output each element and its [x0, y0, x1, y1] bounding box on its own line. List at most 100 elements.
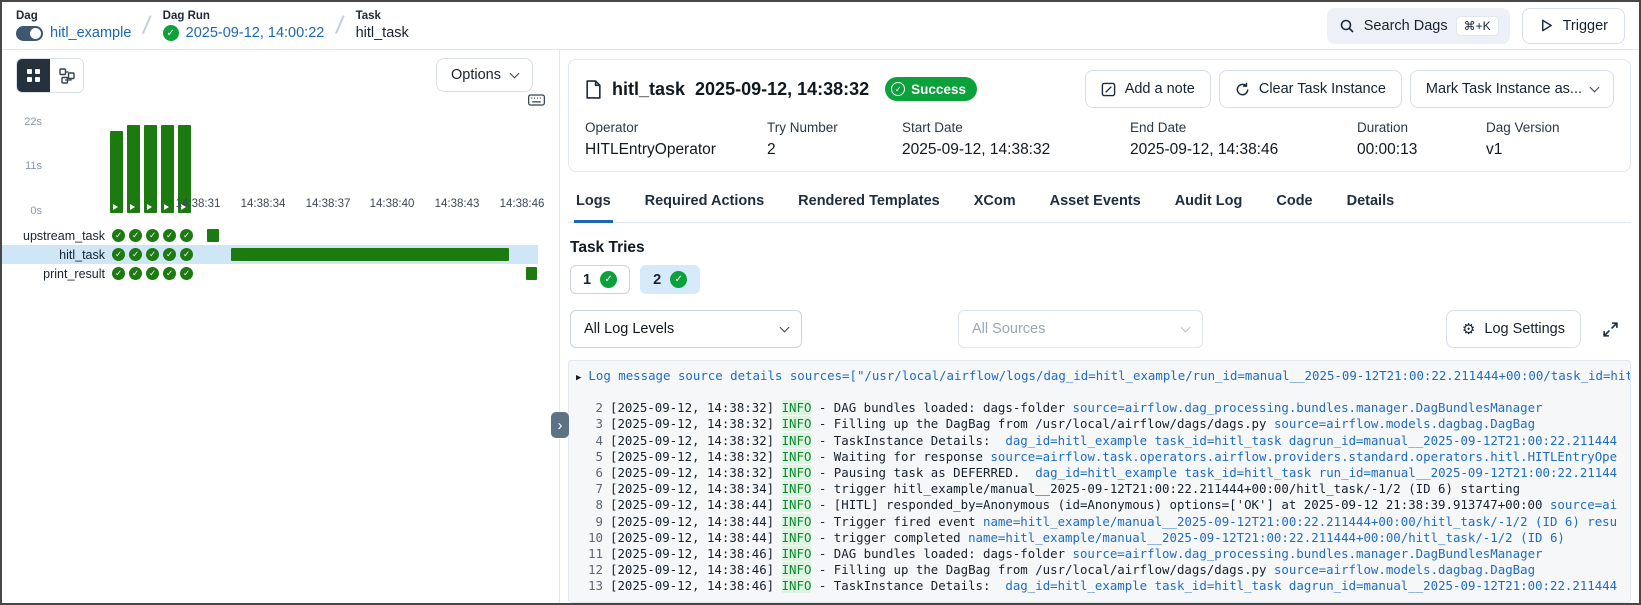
- log-text: [1311, 465, 1318, 480]
- tab-xcom[interactable]: XCom: [972, 184, 1018, 223]
- clear-task-instance-button[interactable]: Clear Task Instance: [1219, 70, 1402, 108]
- meta-label: Start Date: [902, 120, 1130, 135]
- success-check-icon[interactable]: ✓: [129, 229, 142, 242]
- tab-required-actions[interactable]: Required Actions: [643, 184, 767, 223]
- options-button[interactable]: Options: [436, 58, 533, 92]
- gantt-area: [198, 264, 538, 283]
- log-link[interactable]: source=airflow.models.dagbag.DagBag: [1274, 416, 1535, 431]
- tab-details[interactable]: Details: [1345, 184, 1397, 223]
- success-check-icon[interactable]: ✓: [112, 267, 125, 280]
- log-level-select[interactable]: All Log Levels: [570, 310, 802, 348]
- tab-audit-log[interactable]: Audit Log: [1173, 184, 1245, 223]
- try-1-button[interactable]: 1✓: [570, 265, 630, 294]
- log-link[interactable]: source=ai: [1550, 497, 1617, 512]
- log-level: INFO: [782, 416, 812, 431]
- task-row-upstream_task[interactable]: upstream_task✓✓✓✓✓: [2, 226, 538, 245]
- trigger-button[interactable]: Trigger: [1522, 8, 1625, 44]
- success-check-icon[interactable]: ✓: [112, 229, 125, 242]
- log-level: INFO: [782, 465, 812, 480]
- tab-rendered-templates[interactable]: Rendered Templates: [796, 184, 942, 223]
- search-dags-button[interactable]: Search Dags ⌘+K: [1327, 8, 1510, 44]
- dag-link[interactable]: hitl_example: [50, 25, 131, 41]
- collapse-caret-icon[interactable]: ▶: [576, 370, 581, 386]
- mark-task-instance-as-button[interactable]: Mark Task Instance as...: [1410, 70, 1614, 108]
- log-timestamp: [2025-09-12, 14:38:32]: [610, 400, 782, 415]
- log-line-number: 10: [575, 530, 603, 546]
- log-text: - Waiting for response: [811, 449, 990, 464]
- breadcrumb: Dag hitl_example / Dag Run ✓ 2025-09-12,…: [16, 10, 409, 41]
- task-instance-header: hitl_task 2025-09-12, 14:38:32 ✓ Success…: [585, 70, 1614, 108]
- log-link[interactable]: name=hitl_example/manual__2025-09-12T21:…: [983, 514, 1617, 529]
- log-settings-button[interactable]: ⚙ Log Settings: [1446, 310, 1581, 348]
- log-link[interactable]: name=hitl_example/manual__2025-09-12T21:…: [968, 530, 1565, 545]
- task-row-label: upstream_task: [2, 229, 110, 243]
- dag-run-label: Dag Run: [163, 10, 325, 22]
- tab-code[interactable]: Code: [1274, 184, 1314, 223]
- log-link[interactable]: task_id=hitl_task: [1184, 465, 1311, 480]
- dag-pause-toggle[interactable]: [16, 26, 43, 41]
- success-check-icon[interactable]: ✓: [180, 229, 193, 242]
- expand-icon: [1602, 321, 1619, 338]
- search-label: Search Dags: [1364, 18, 1448, 34]
- keyboard-shortcuts-icon[interactable]: [528, 94, 545, 106]
- grid-view-button[interactable]: [17, 59, 50, 92]
- log-link[interactable]: run_id=manual__2025-09-12T21:00:22.21144: [1319, 465, 1617, 480]
- log-line: 2[2025-09-12, 14:38:32] INFO - DAG bundl…: [569, 400, 1630, 416]
- log-link[interactable]: dagrun_id=manual__2025-09-12T21:00:22.21…: [1289, 578, 1617, 593]
- log-link[interactable]: dagrun_id=manual__2025-09-12T21:00:22.21…: [1289, 433, 1617, 448]
- task-row-print_result[interactable]: print_result✓✓✓✓✓: [2, 264, 538, 283]
- log-line-number: 8: [575, 497, 603, 513]
- dag-run-link[interactable]: 2025-09-12, 14:00:22: [186, 25, 325, 41]
- try-2-button[interactable]: 2✓: [640, 265, 700, 294]
- log-line: 11[2025-09-12, 14:38:46] INFO - DAG bund…: [569, 546, 1630, 562]
- expand-logs-button[interactable]: [1595, 314, 1625, 344]
- success-check-icon[interactable]: ✓: [146, 248, 159, 261]
- success-check-icon[interactable]: ✓: [129, 267, 142, 280]
- gantt-bar[interactable]: [231, 248, 509, 261]
- log-source-select[interactable]: All Sources: [958, 310, 1203, 348]
- success-check-icon[interactable]: ✓: [163, 267, 176, 280]
- log-line-number: 7: [575, 481, 603, 497]
- success-check-icon[interactable]: ✓: [180, 267, 193, 280]
- dag-label: Dag: [16, 10, 131, 22]
- success-check-icon[interactable]: ✓: [163, 248, 176, 261]
- success-check-icon: ✓: [891, 82, 905, 96]
- tab-logs[interactable]: Logs: [574, 184, 613, 223]
- success-check-icon[interactable]: ✓: [129, 248, 142, 261]
- gantt-area: [198, 226, 538, 245]
- log-link[interactable]: source=airflow.task.operators.airflow.pr…: [990, 449, 1617, 464]
- log-link[interactable]: source=airflow.dag_processing.bundles.ma…: [1073, 546, 1543, 561]
- panel-resize-handle[interactable]: ›: [551, 412, 569, 438]
- gantt-bar[interactable]: [207, 229, 219, 242]
- gear-icon: ⚙: [1462, 322, 1475, 337]
- success-check-icon[interactable]: ✓: [180, 248, 193, 261]
- log-link[interactable]: dag_id=hitl_example: [1005, 578, 1147, 593]
- log-text: - trigger hitl_example/manual__2025-09-1…: [811, 481, 1520, 496]
- chevron-down-icon: [510, 68, 520, 78]
- log-link[interactable]: task_id=hitl_task: [1155, 433, 1282, 448]
- task-row-hitl_task[interactable]: hitl_task✓✓✓✓✓: [2, 245, 538, 264]
- success-check-icon[interactable]: ✓: [146, 267, 159, 280]
- log-source-value: All Sources: [972, 321, 1045, 337]
- log-viewer[interactable]: ▶ Log message source details sources=["/…: [568, 360, 1631, 603]
- success-check-icon[interactable]: ✓: [146, 229, 159, 242]
- tab-asset-events[interactable]: Asset Events: [1048, 184, 1143, 223]
- log-link[interactable]: source=airflow.dag_processing.bundles.ma…: [1073, 400, 1543, 415]
- graph-view-button[interactable]: [50, 59, 83, 92]
- log-line-number: 5: [575, 449, 603, 465]
- log-link[interactable]: dag_id=hitl_example: [1005, 433, 1147, 448]
- log-group-header[interactable]: ▶ Log message source details sources=["/…: [569, 368, 1630, 386]
- log-text: - Trigger fired event: [811, 514, 983, 529]
- log-link[interactable]: source=airflow.models.dagbag.DagBag: [1274, 562, 1535, 577]
- log-text: [1147, 578, 1154, 593]
- success-check-icon[interactable]: ✓: [112, 248, 125, 261]
- add-note-button[interactable]: Add a note: [1085, 70, 1211, 108]
- gantt-bar[interactable]: [526, 267, 537, 280]
- log-level: INFO: [782, 433, 812, 448]
- success-check-icon[interactable]: ✓: [163, 229, 176, 242]
- y-axis-tick: 11s: [10, 160, 42, 172]
- log-link[interactable]: task_id=hitl_task: [1155, 578, 1282, 593]
- search-icon: [1339, 18, 1355, 34]
- log-text: - Filling up the DagBag from /usr/local/…: [811, 562, 1274, 577]
- log-link[interactable]: dag_id=hitl_example: [1035, 465, 1177, 480]
